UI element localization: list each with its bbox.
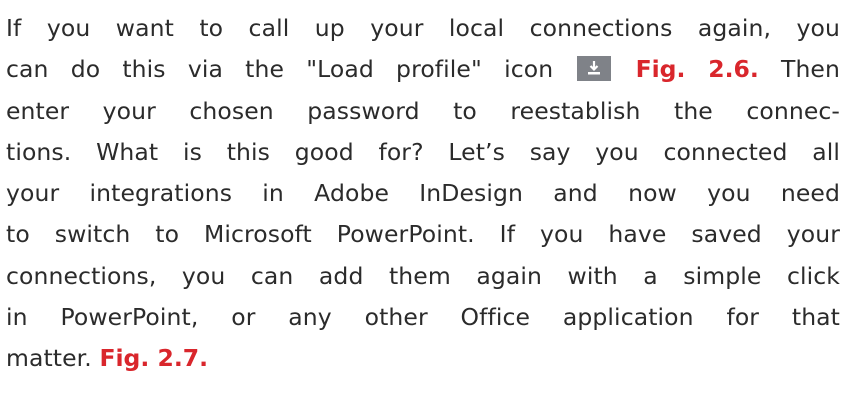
text-segment: can do this via the "Load profile" icon [6,55,554,84]
download-icon [577,56,612,82]
text-line-1: If you want to call up your local connec… [6,14,840,42]
text-line-3: enter your chosen password to reestablis… [6,96,840,125]
text-line-2: can do this via the "Load profile" icon … [6,49,840,90]
text-segment: matter. [6,344,92,373]
figure-reference: Fig. 2.6. [635,55,759,84]
text-line-9: matter. Fig. 2.7. [6,338,840,379]
document-paragraph: If you want to call up your local connec… [6,8,840,380]
figure-reference: Fig. 2.7. [99,344,209,373]
text-segment: Then [780,55,840,84]
text-line-5: your integrations in Adobe InDesign and … [6,179,840,208]
text-line-8: in PowerPoint, or any other Office appli… [6,303,840,332]
text-line-7: connections, you can add them again with… [6,261,840,290]
text-line-4: tions. What is this good for? Let’s say … [6,137,840,166]
text-line-6: to switch to Microsoft PowerPoint. If yo… [6,220,840,249]
